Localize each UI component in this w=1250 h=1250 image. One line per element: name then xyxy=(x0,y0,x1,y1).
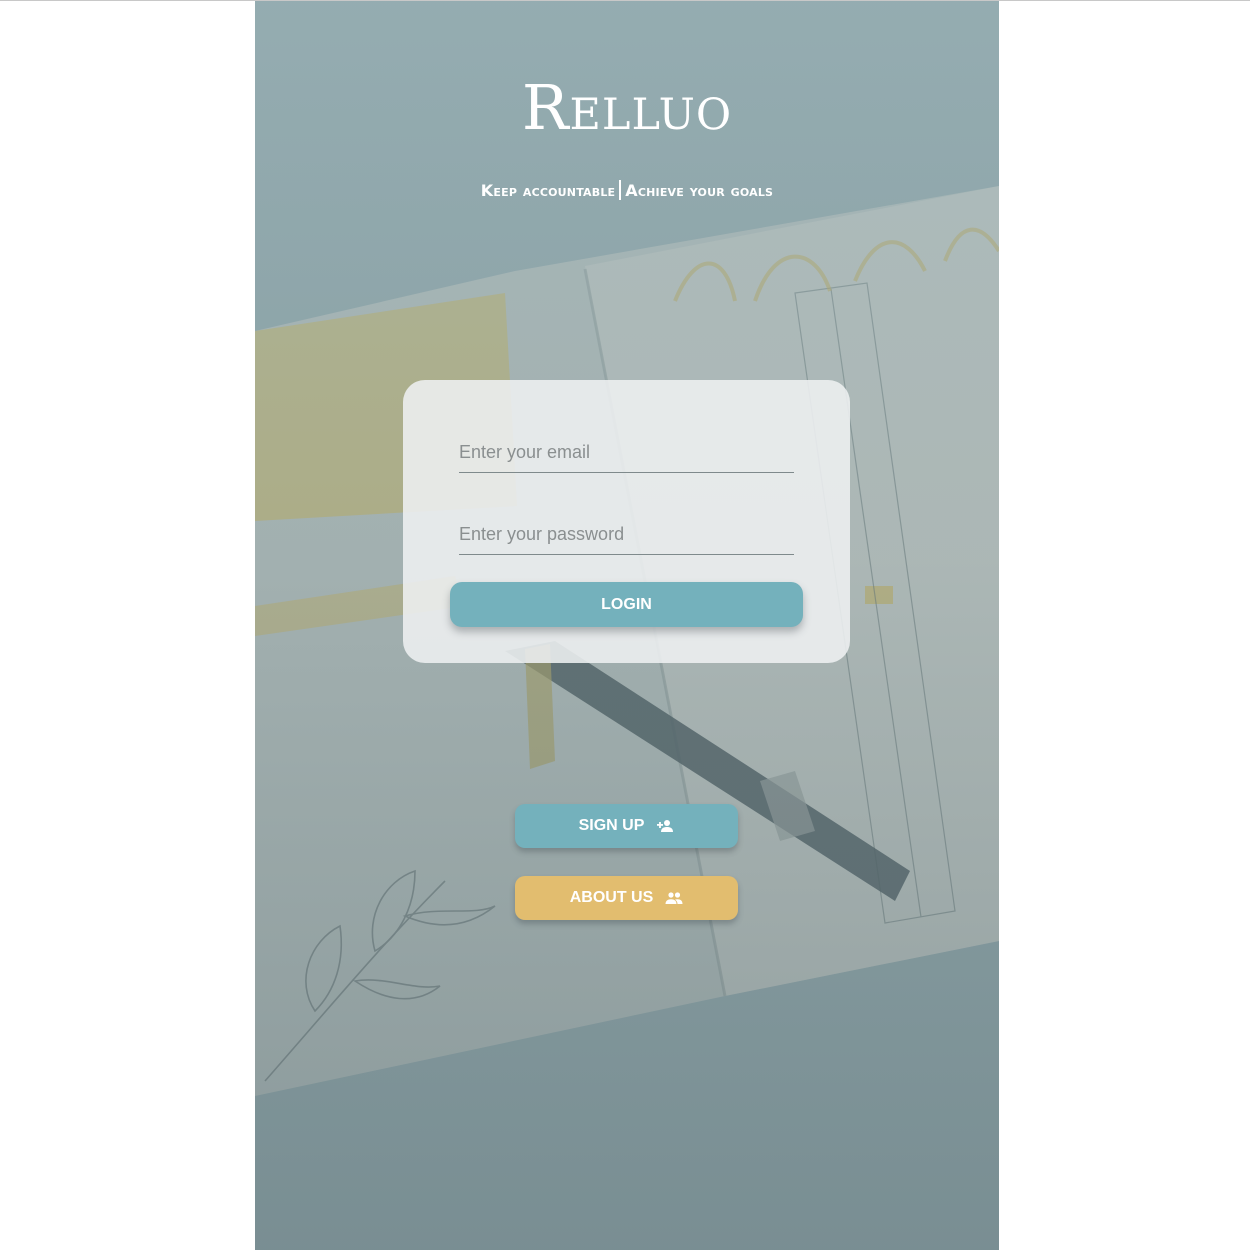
about-us-button[interactable]: ABOUT US xyxy=(515,876,738,920)
tagline-left: Keep accountable xyxy=(480,181,616,200)
tagline-right: Achieve your goals xyxy=(625,181,774,200)
login-button-label: LOGIN xyxy=(601,595,652,613)
email-field[interactable] xyxy=(459,436,794,473)
login-button[interactable]: LOGIN xyxy=(450,582,803,627)
signup-button[interactable]: SIGN UP xyxy=(515,804,738,848)
people-icon xyxy=(665,892,683,904)
tagline: Keep accountable Achieve your goals xyxy=(255,179,999,203)
person-add-icon xyxy=(657,820,674,832)
app-viewport: Relluo Keep accountable Achieve your goal… xyxy=(255,1,999,1250)
tagline-separator xyxy=(619,180,622,200)
login-card: LOGIN xyxy=(403,380,850,663)
password-field[interactable] xyxy=(459,518,794,555)
app-logo: Relluo xyxy=(521,71,733,144)
about-us-button-label: ABOUT US xyxy=(569,889,654,906)
signup-button-label: SIGN UP xyxy=(578,817,645,834)
